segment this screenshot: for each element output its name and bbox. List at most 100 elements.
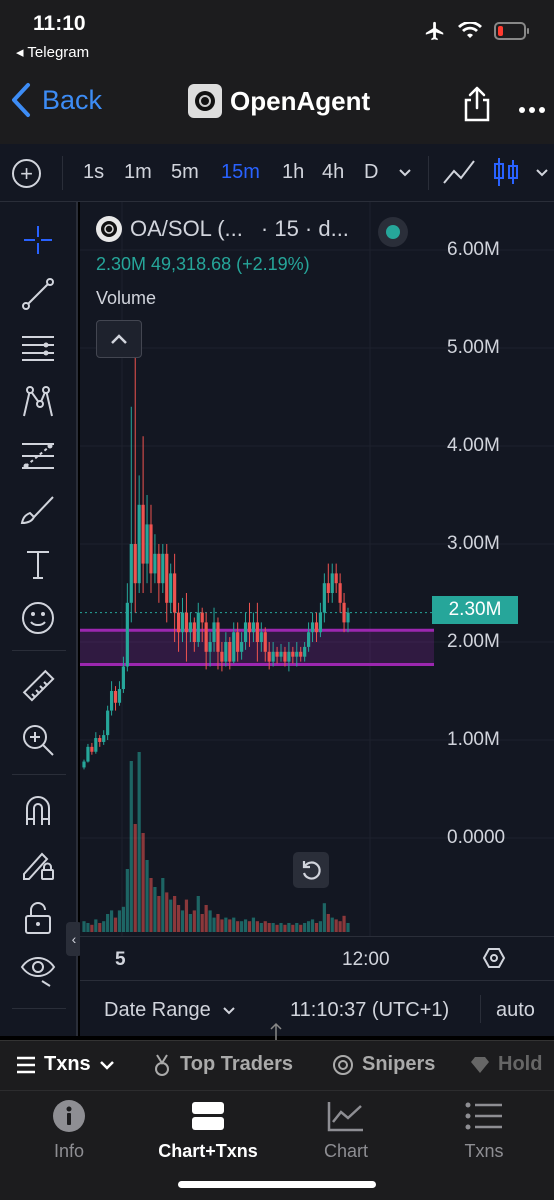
chevron-left-icon: ‹ <box>71 931 77 947</box>
info-icon <box>53 1100 85 1132</box>
price-axis-label: 4.00M <box>447 435 500 456</box>
eye-icon <box>20 957 56 987</box>
price-chart[interactable] <box>80 202 554 936</box>
volume-bar <box>149 878 153 932</box>
fibonacci-tool[interactable] <box>18 436 58 476</box>
chart-type-dropdown-button[interactable] <box>535 165 549 183</box>
auto-scale-button[interactable]: auto <box>496 999 535 1022</box>
chart-settings-button[interactable] <box>482 946 506 975</box>
timeframe-5m[interactable]: 5m <box>171 161 199 184</box>
price-axis-label: 6.00M <box>447 239 500 260</box>
ruler-tool[interactable] <box>18 666 58 706</box>
price-axis-label: 1.00M <box>447 729 500 750</box>
candle-body <box>98 738 102 742</box>
nav-info[interactable]: Info <box>0 1091 138 1162</box>
volume-bar <box>180 910 185 932</box>
hide-drawings-tool[interactable] <box>18 950 58 990</box>
back-to-app-link[interactable]: ◂ Telegram <box>16 43 89 61</box>
page-title-group: OpenAgent <box>188 84 370 118</box>
candle-body <box>173 573 177 613</box>
volume-bar <box>338 921 342 932</box>
candle-body <box>259 632 263 642</box>
timezone-clock[interactable]: 11:10:37 (UTC+1) <box>290 999 449 1022</box>
date-range-button[interactable]: Date Range <box>104 999 236 1022</box>
tab-label: Snipers <box>362 1053 436 1075</box>
candle-body <box>342 602 346 623</box>
tab-txns[interactable]: Txns <box>16 1053 115 1076</box>
volume-bar <box>117 910 122 932</box>
timeframe-dropdown-button[interactable] <box>398 165 412 183</box>
candle-body <box>306 632 311 647</box>
candle-body <box>141 504 145 564</box>
collapse-legend-button[interactable] <box>96 320 142 358</box>
time-axis-day: 5 <box>115 949 126 970</box>
reset-chart-button[interactable] <box>293 852 329 888</box>
brush-tool[interactable] <box>18 490 58 530</box>
candle-body <box>102 735 106 742</box>
tab-top-traders[interactable]: Top Traders <box>152 1053 293 1076</box>
candle-body <box>291 651 295 657</box>
volume-bar <box>299 924 303 932</box>
back-button[interactable]: Back <box>10 82 102 118</box>
timeframe-1h[interactable]: 1h <box>282 161 304 184</box>
timeframe-d[interactable]: D <box>364 161 378 184</box>
pattern-icon <box>23 386 53 417</box>
market-status-indicator[interactable] <box>378 217 408 247</box>
wifi-icon <box>458 22 482 38</box>
candle-body <box>228 642 232 662</box>
tab-label: Txns <box>44 1053 91 1075</box>
volume-bar <box>228 919 232 932</box>
status-icons <box>424 20 530 42</box>
ruler-icon <box>22 669 55 702</box>
nav-chart[interactable]: Chart <box>277 1091 415 1162</box>
candlestick-icon <box>494 158 518 186</box>
trend-line-tool[interactable] <box>18 274 58 314</box>
candle-body <box>208 642 212 652</box>
chevron-up-icon <box>111 334 127 344</box>
volume-bar <box>157 896 161 932</box>
timeframe-1m[interactable]: 1m <box>124 161 152 184</box>
emoji-tool[interactable] <box>18 598 58 638</box>
time-axis[interactable]: 5 12:00 <box>80 936 554 980</box>
volume-bar <box>113 917 118 932</box>
menu-icon <box>17 1056 35 1073</box>
divider <box>428 156 429 190</box>
candle-body <box>243 622 248 642</box>
candle-body <box>188 622 192 633</box>
divider <box>480 995 481 1023</box>
nav-txns[interactable]: Txns <box>415 1091 553 1162</box>
magnet-icon <box>26 796 50 825</box>
volume-bar <box>109 910 114 932</box>
candle-body <box>334 573 338 584</box>
add-symbol-button[interactable]: + <box>12 159 41 188</box>
candle-chart-button[interactable] <box>493 156 519 193</box>
volume-bar <box>236 921 240 932</box>
line-chart-button[interactable] <box>442 157 476 192</box>
horizontal-lines-tool[interactable] <box>18 328 58 368</box>
volume-bar <box>322 903 326 932</box>
volume-bar <box>204 905 208 932</box>
tab-holders[interactable]: Hold <box>470 1053 542 1076</box>
timeframe-1s[interactable]: 1s <box>83 161 104 184</box>
pattern-tool[interactable] <box>18 382 58 422</box>
crosshair-tool[interactable] <box>18 220 58 260</box>
more-button[interactable] <box>518 90 546 121</box>
volume-bar <box>247 921 252 932</box>
volume-bar <box>90 924 94 932</box>
volume-bar <box>291 924 295 932</box>
candle-body <box>176 612 181 633</box>
nav-chart-txns[interactable]: Chart+Txns <box>139 1091 277 1162</box>
magnet-tool[interactable] <box>18 790 58 830</box>
unlock-tool[interactable] <box>18 898 58 938</box>
share-button[interactable] <box>462 86 492 127</box>
volume-bar <box>318 921 323 932</box>
tab-snipers[interactable]: Snipers <box>332 1053 435 1076</box>
timeframe-15m[interactable]: 15m <box>221 161 260 184</box>
symbol-title[interactable]: OA/SOL (... · 15 · d... <box>96 216 349 242</box>
lock-drawings-tool[interactable] <box>18 844 58 884</box>
timeframe-4h[interactable]: 4h <box>322 161 344 184</box>
zoom-in-tool[interactable] <box>18 720 58 760</box>
text-tool[interactable] <box>18 544 58 584</box>
volume-bar <box>196 896 200 932</box>
volume-bar <box>267 923 271 932</box>
